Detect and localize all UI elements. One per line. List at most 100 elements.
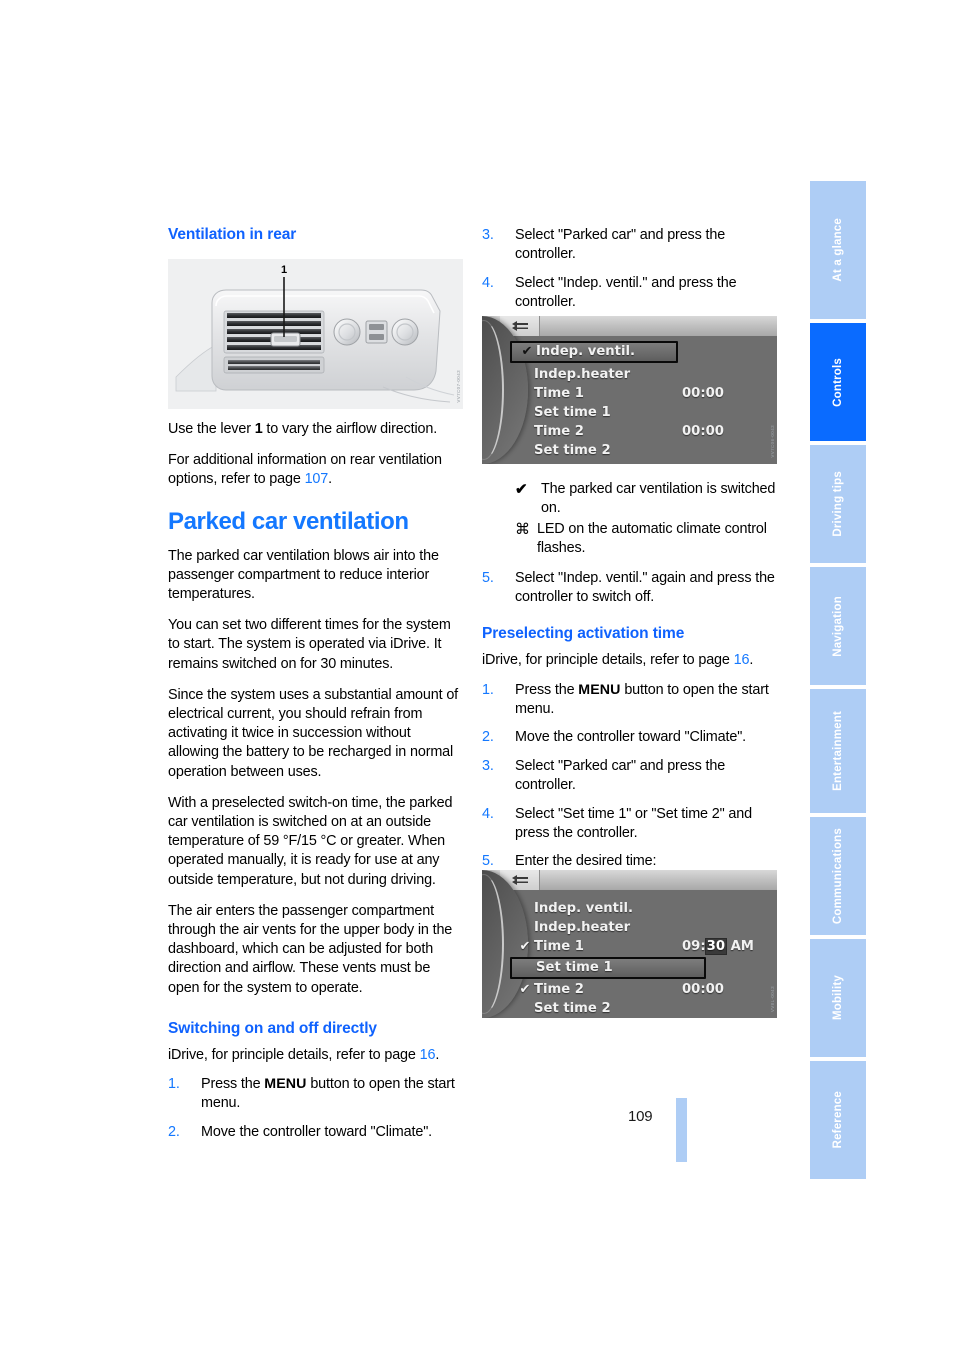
crossref-suffix: . — [328, 471, 332, 488]
check-icon: ✔ — [515, 481, 528, 498]
paragraph-two-times: You can set two different times for the … — [168, 617, 451, 672]
page-link-107[interactable]: 107 — [305, 471, 329, 487]
sidebar-item-at-a-glance[interactable]: At a glance — [810, 181, 866, 319]
sidebar-item-label: Navigation — [832, 595, 844, 657]
step-number: 2. — [168, 1123, 180, 1140]
idrive-row-set-time-1[interactable]: Set time 1 — [510, 957, 706, 979]
step-number: 3. — [482, 227, 494, 243]
step-number: 1. — [482, 681, 494, 698]
menu-button-key: MENU — [264, 1076, 307, 1093]
rear-ventilation-crossref: For additional information on rear venti… — [168, 451, 463, 489]
caption-suffix: to vary the airflow direction. — [262, 421, 438, 437]
step-number: 4. — [482, 274, 494, 291]
step-item: 1. Press the MENU button to open the star… — [168, 1075, 463, 1114]
menu-button-key: MENU — [578, 681, 621, 698]
idrive-screen-indep-ventil: ✔ Indep. ventil. Indep.heater Time 1 00:… — [482, 316, 777, 464]
idrive-row-time-2[interactable]: Time 2 00:00 — [482, 422, 777, 441]
step-number: 3. — [482, 757, 494, 774]
sidebar-item-label: Entertainment — [832, 711, 844, 791]
check-icon: ✔ — [519, 982, 531, 997]
idrive-screen-set-time: Indep. ventil. Indep.heater ✔ Time 1 09:… — [482, 870, 777, 1018]
caption-prefix: Use the lever — [168, 421, 255, 437]
paragraph-intro: The parked car ventilation blows air int… — [168, 547, 439, 603]
sidebar-item-label: Driving tips — [832, 471, 844, 537]
idrive-row-time-1[interactable]: ✔ Time 1 09:30 AM — [482, 937, 777, 956]
sidebar-item-mobility[interactable]: Mobility — [810, 939, 866, 1057]
idrive-row-set-time-1[interactable]: Set time 1 — [482, 403, 777, 422]
step-text: Move the controller toward "Climate". — [201, 1123, 433, 1140]
idrive-row-indep-heater[interactable]: Indep.heater — [482, 365, 777, 384]
figure-code: VV8L-0043 — [770, 985, 775, 1012]
idrive-row-indep-heater[interactable]: Indep.heater — [482, 918, 777, 937]
step-text-pre: Press the — [201, 1076, 265, 1093]
sidebar-item-driving-tips[interactable]: Driving tips — [810, 445, 866, 563]
idrive-row-indep-ventil[interactable]: ✔ Indep. ventil. — [510, 341, 678, 363]
page-number: 109 — [628, 1108, 653, 1125]
idrive-row-label: Indep.heater — [534, 920, 631, 935]
idrive-row-time-2[interactable]: ✔ Time 2 00:00 — [482, 980, 777, 999]
step-text: Select "Indep. ventil." and press the co… — [515, 274, 737, 311]
step-text: Select "Parked car" and press the contro… — [515, 757, 726, 794]
idrive-note-prefix: iDrive, for principle details, refer to … — [168, 1046, 420, 1063]
idrive-row-label: Time 2 — [534, 424, 584, 439]
idrive-row-label: Set time 1 — [536, 960, 613, 975]
idrive-note-suffix: . — [435, 1046, 440, 1063]
idrive-row-time-1[interactable]: Time 1 00:00 — [482, 384, 777, 403]
idrive-row-set-time-2[interactable]: Set time 2 — [482, 999, 777, 1018]
page-accent-bar — [676, 1098, 687, 1162]
step-text: Move the controller toward "Climate". — [515, 729, 747, 746]
step-item: 2. Move the controller toward "Climate". — [168, 1123, 463, 1142]
steps-continued: 3. Select "Parked car" and press the cont… — [482, 226, 777, 313]
time-hour: 09: — [682, 939, 706, 954]
result-text: The parked car ventilation is switched o… — [541, 481, 776, 517]
sidebar-item-navigation[interactable]: Navigation — [810, 567, 866, 685]
step-text: Enter the desired time: — [515, 853, 657, 870]
sidebar-item-label: At a glance — [832, 218, 844, 282]
step-number: 5. — [482, 853, 494, 870]
step-item: 3. Select "Parked car" and press the cont… — [482, 757, 777, 796]
page-link-16-left[interactable]: 16 — [420, 1047, 436, 1063]
idrive-principle-note-left: iDrive, for principle details, refer to … — [168, 1046, 463, 1065]
sidebar-item-controls[interactable]: Controls — [810, 323, 866, 441]
back-arrow-glyph — [511, 321, 528, 331]
chapter-tab-sidebar: At a glance Controls Driving tips Naviga… — [810, 181, 866, 1183]
idrive-menu-list: ✔ Indep. ventil. Indep.heater Time 1 00:… — [482, 336, 777, 464]
step-number: 4. — [482, 805, 494, 822]
left-column-text: Use the lever 1 to vary the airflow dire… — [168, 420, 463, 1152]
result-text: LED on the automatic climate control fla… — [537, 520, 767, 557]
idrive-row-label: Set time 1 — [534, 405, 611, 420]
figure-code: VV7C07-0043 — [456, 370, 461, 403]
paragraph-preselected-switchon: With a preselected switch-on time, the p… — [168, 794, 453, 888]
result-led-flashes: ⌘ LED on the automatic climate control fl… — [515, 520, 777, 559]
caption-bold: 1 — [254, 421, 263, 437]
idrive-row-set-time-2[interactable]: Set time 2 — [482, 441, 777, 460]
time-minute-highlight[interactable]: 30 — [705, 939, 726, 954]
step-text: Select "Indep. ventil." again and press … — [515, 569, 775, 606]
result-ventilation-on: ✔ The parked car ventilation is switched … — [515, 480, 777, 519]
manual-page: Ventilation in rear 1 VV7C07-0043 Use th… — [0, 0, 954, 1351]
step-item: 1. Press the MENU button to open the star… — [482, 681, 777, 720]
sidebar-item-entertainment[interactable]: Entertainment — [810, 689, 866, 813]
idrive-row-indep-ventil[interactable]: Indep. ventil. — [482, 899, 777, 918]
steps-switching-on-off: 1. Press the MENU button to open the star… — [168, 1075, 463, 1142]
step-number: 1. — [168, 1076, 180, 1093]
back-arrow-glyph — [511, 875, 528, 885]
idrive-note-suffix: . — [749, 652, 754, 669]
left-column: Ventilation in rear — [168, 226, 463, 252]
heading-preselecting-activation-time: Preselecting activation time — [482, 625, 685, 643]
sidebar-item-communications[interactable]: Communications — [810, 817, 866, 935]
idrive-top-bar — [482, 316, 777, 336]
idrive-row-label: Indep. ventil. — [534, 901, 634, 916]
sidebar-item-label: Communications — [832, 827, 844, 925]
figure-code: VV7C06-0043 — [770, 425, 775, 458]
paragraph-electrical-current: Since the system uses a substantial amou… — [168, 686, 459, 780]
idrive-top-bar — [482, 870, 777, 890]
idrive-row-label: Indep. ventil. — [536, 344, 636, 359]
step-item: 4. Select "Indep. ventil." and press the … — [482, 274, 777, 313]
idrive-row-label: Indep.heater — [534, 367, 631, 382]
page-link-16-right[interactable]: 16 — [734, 652, 750, 668]
idrive-note-prefix: iDrive, for principle details, refer to … — [482, 652, 734, 669]
sidebar-item-reference[interactable]: Reference — [810, 1061, 866, 1179]
idrive-row-value: 00:00 — [682, 424, 724, 439]
sidebar-item-label: Controls — [832, 357, 844, 407]
